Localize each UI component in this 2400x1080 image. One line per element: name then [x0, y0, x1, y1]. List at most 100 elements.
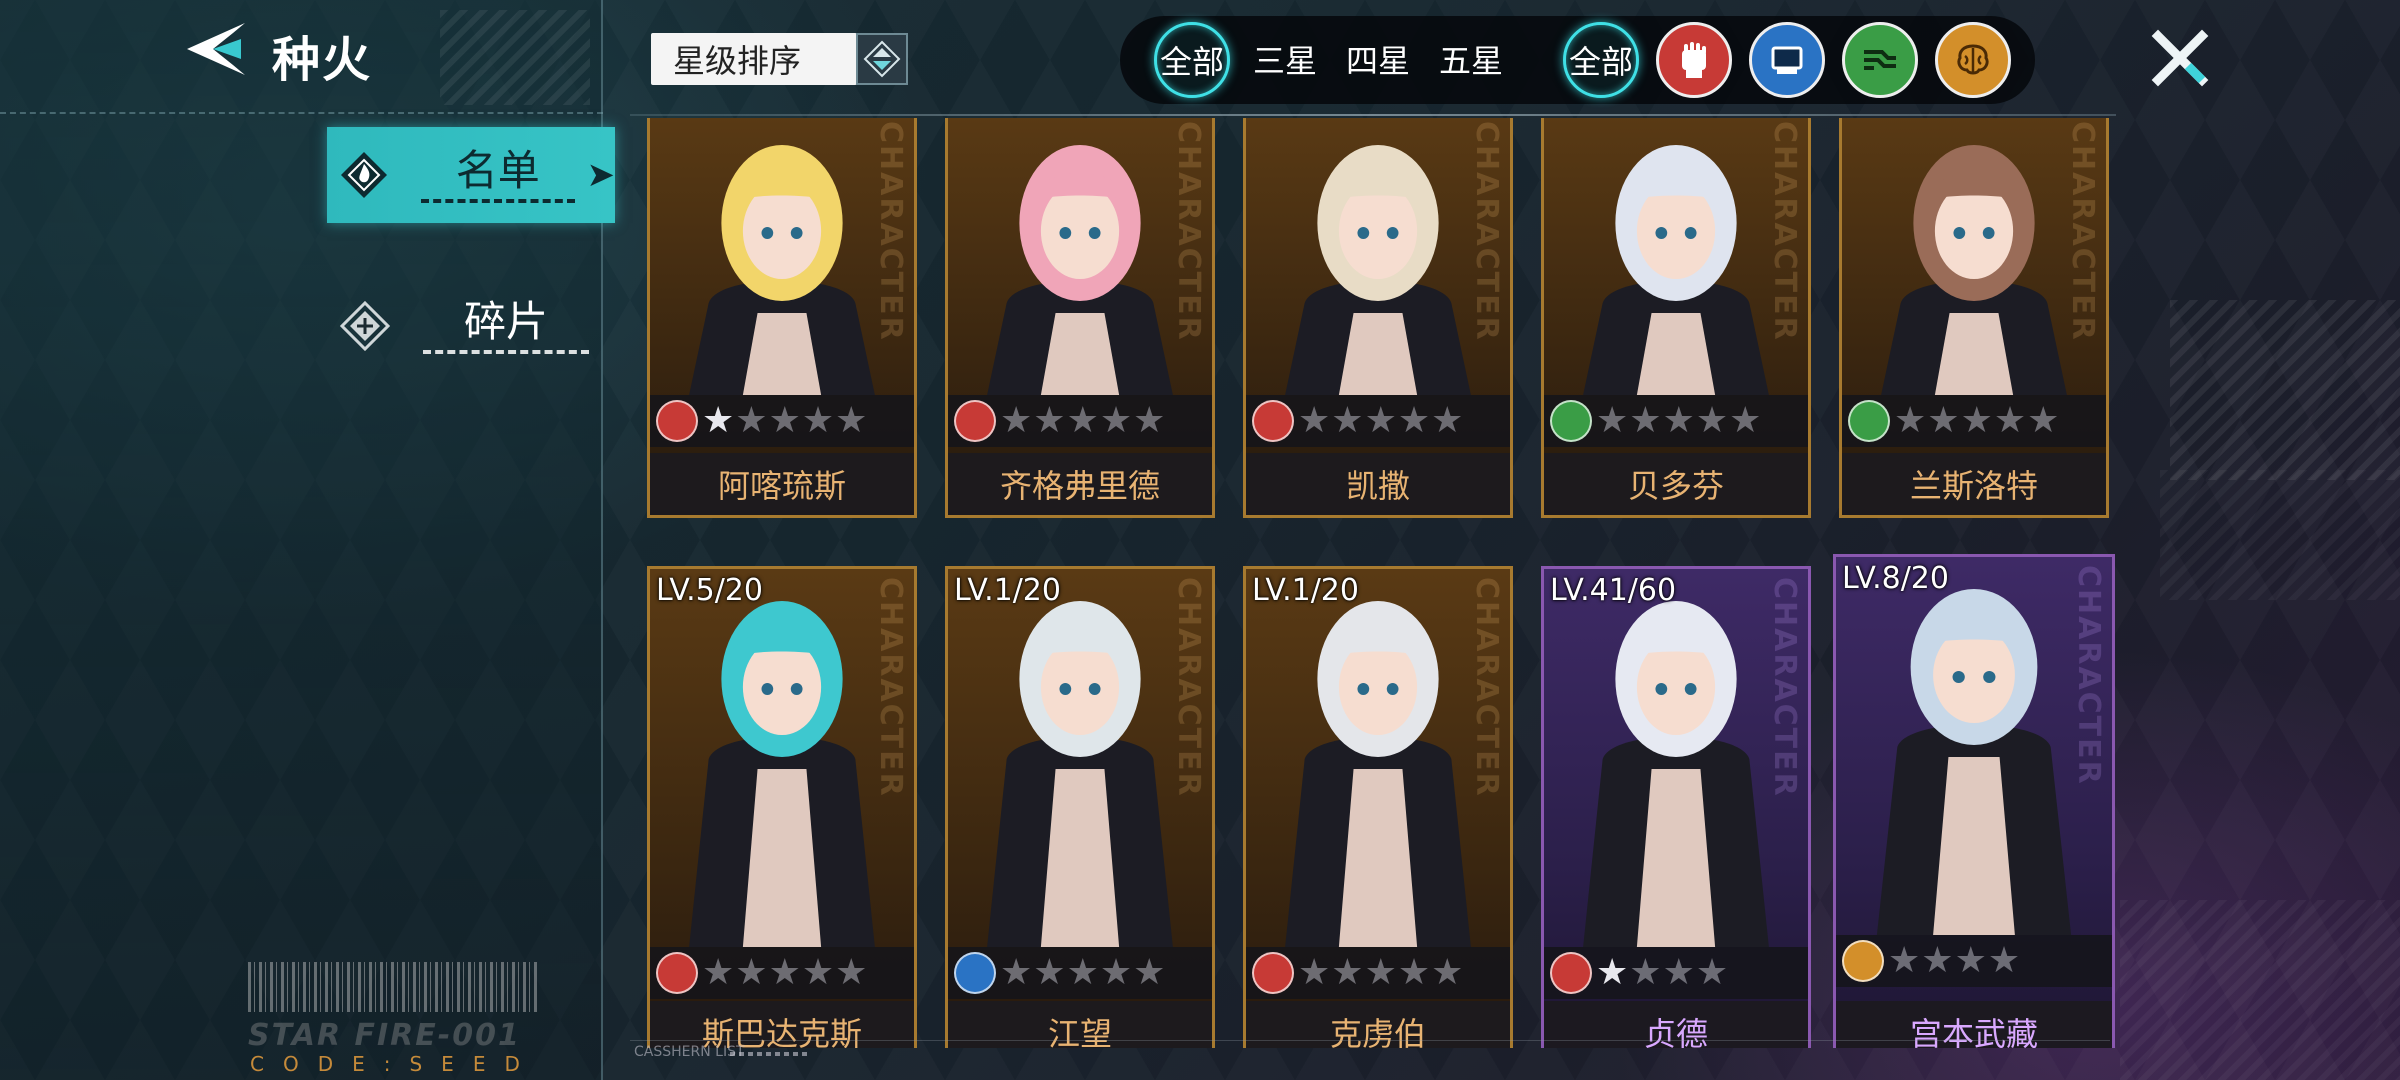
star-rating: ★ ★ ★ ★ ★: [702, 955, 868, 991]
rarity-filter-3star[interactable]: 三星: [1253, 36, 1317, 82]
character-level: LV.1/20: [1252, 573, 1359, 608]
close-button[interactable]: [2148, 26, 2212, 90]
sort-toggle-icon: [863, 40, 901, 78]
rarity-filter-all[interactable]: 全部: [1154, 22, 1230, 98]
star-icon: ★: [801, 400, 835, 441]
card-watermark: CHARACTER: [1767, 577, 1802, 798]
star-icon: ★: [1066, 400, 1099, 441]
header-divider: [0, 112, 603, 114]
star-icon: ★: [1629, 952, 1662, 993]
fist-icon: [954, 400, 996, 442]
rarity-filter-4star[interactable]: 四星: [1346, 36, 1410, 82]
card-watermark: CHARACTER: [1469, 121, 1504, 342]
character-card[interactable]: CHARACTER LV.1/20 ★ ★ ★ ★ ★ 江望: [945, 566, 1215, 1048]
star-icon: ★: [1960, 400, 1993, 441]
star-icon: ★: [835, 952, 868, 993]
brand-text: STAR FIRE-001: [248, 1018, 521, 1053]
sort-dropdown[interactable]: 星级排序: [651, 33, 857, 85]
star-icon: ★: [1033, 952, 1066, 993]
character-info-strip: ★ ★ ★ ★: [1544, 947, 1808, 999]
character-card[interactable]: CHARACTER LV.5/20 ★ ★ ★ ★ ★ 斯巴达克斯: [647, 566, 917, 1048]
star-icon: ★: [1729, 400, 1762, 441]
circuit-icon: [1864, 50, 1896, 70]
fist-icon: [1550, 952, 1592, 994]
star-rating: ★ ★ ★ ★: [1888, 943, 2021, 979]
star-icon: ★: [1133, 952, 1166, 993]
star-rating: ★ ★ ★ ★ ★: [1596, 403, 1762, 439]
sort-toggle-button[interactable]: [856, 33, 908, 85]
star-icon: ★: [1397, 952, 1431, 993]
character-card[interactable]: CHARACTER ★ ★ ★ ★ ★ 贝多芬: [1541, 118, 1811, 518]
character-card[interactable]: CHARACTER ★ ★ ★ ★ ★ 阿喀琉斯: [647, 118, 917, 518]
footer-dash: [730, 1052, 810, 1056]
star-icon: ★: [1987, 940, 2021, 981]
star-icon: ★: [1927, 400, 1960, 441]
star-icon: ★: [768, 952, 801, 993]
star-icon: ★: [1596, 400, 1629, 441]
character-card[interactable]: CHARACTER ★ ★ ★ ★ ★ 兰斯洛特: [1839, 118, 2109, 518]
fist-icon: [1682, 42, 1706, 78]
code-text: CODE:SEED: [250, 1052, 539, 1076]
star-icon: ★: [1662, 400, 1695, 441]
star-icon: ★: [768, 400, 801, 441]
card-watermark: CHARACTER: [1171, 577, 1206, 798]
character-name: 贝多芬: [1544, 453, 1808, 515]
star-rating: ★ ★ ★ ★: [1596, 955, 1729, 991]
star-icon: ★: [1629, 400, 1662, 441]
card-watermark: CHARACTER: [873, 121, 908, 342]
card-watermark: CHARACTER: [1469, 577, 1504, 798]
card-watermark: CHARACTER: [1171, 121, 1206, 342]
class-filter-fist[interactable]: [1656, 22, 1732, 98]
flame-emblem-icon: [339, 149, 389, 201]
character-info-strip: ★ ★ ★ ★ ★: [1544, 395, 1808, 447]
footer-divider: [630, 1040, 2110, 1041]
fist-icon: [1252, 952, 1294, 994]
back-button[interactable]: [180, 18, 252, 80]
sidebar-item-fragments[interactable]: 碎片: [327, 278, 615, 374]
star-icon: ★: [702, 400, 735, 441]
page-title: 种火: [272, 32, 373, 88]
star-icon: ★: [1000, 400, 1033, 441]
star-icon: ★: [1921, 940, 1954, 981]
character-level: LV.1/20: [954, 573, 1061, 608]
star-icon: ★: [1993, 400, 2027, 441]
class-filter-all[interactable]: 全部: [1563, 22, 1639, 98]
sidebar-item-label: 碎片: [423, 297, 589, 355]
star-icon: ★: [1033, 400, 1066, 441]
star-icon: ★: [2027, 400, 2060, 441]
rarity-filter-5star[interactable]: 五星: [1439, 36, 1503, 82]
card-watermark: CHARACTER: [1767, 121, 1802, 342]
star-rating: ★ ★ ★ ★ ★: [1298, 955, 1464, 991]
character-level: LV.5/20: [656, 573, 763, 608]
chip-icon: [1771, 46, 1803, 74]
character-info-strip: ★ ★ ★ ★ ★: [1842, 395, 2106, 447]
fist-icon: [656, 952, 698, 994]
star-icon: ★: [1695, 952, 1729, 993]
card-watermark: CHARACTER: [2065, 121, 2100, 342]
star-icon: ★: [1099, 400, 1133, 441]
star-rating: ★ ★ ★ ★ ★: [702, 403, 868, 439]
sidebar-item-roster[interactable]: 名单 ➤: [327, 127, 615, 223]
character-card[interactable]: CHARACTER LV.8/20 ★ ★ ★ ★ 宫本武藏: [1833, 554, 2115, 1048]
class-filter-circuit[interactable]: [1842, 22, 1918, 98]
character-card[interactable]: CHARACTER LV.1/20 ★ ★ ★ ★ ★ 克虏伯: [1243, 566, 1513, 1048]
star-icon: ★: [835, 400, 868, 441]
character-card[interactable]: CHARACTER LV.41/60 ★ ★ ★ ★ 贞德: [1541, 566, 1811, 1048]
star-icon: ★: [1888, 940, 1921, 981]
bg-stripes: [2120, 900, 2400, 1080]
character-card[interactable]: CHARACTER ★ ★ ★ ★ ★ 齐格弗里德: [945, 118, 1215, 518]
star-icon: ★: [1397, 400, 1431, 441]
class-filter-brain[interactable]: [1935, 22, 2011, 98]
class-filter-chip[interactable]: [1749, 22, 1825, 98]
card-watermark: CHARACTER: [873, 577, 908, 798]
star-icon: ★: [1662, 952, 1695, 993]
star-icon: ★: [735, 952, 768, 993]
star-icon: ★: [1099, 952, 1133, 993]
bg-stripes: [2170, 300, 2400, 480]
character-name: 齐格弗里德: [948, 453, 1212, 515]
fist-icon: [1252, 400, 1294, 442]
star-icon: ★: [1298, 400, 1331, 441]
character-name: 阿喀琉斯: [650, 453, 914, 515]
character-card[interactable]: CHARACTER ★ ★ ★ ★ ★ 凯撒: [1243, 118, 1513, 518]
star-rating: ★ ★ ★ ★ ★: [1298, 403, 1464, 439]
